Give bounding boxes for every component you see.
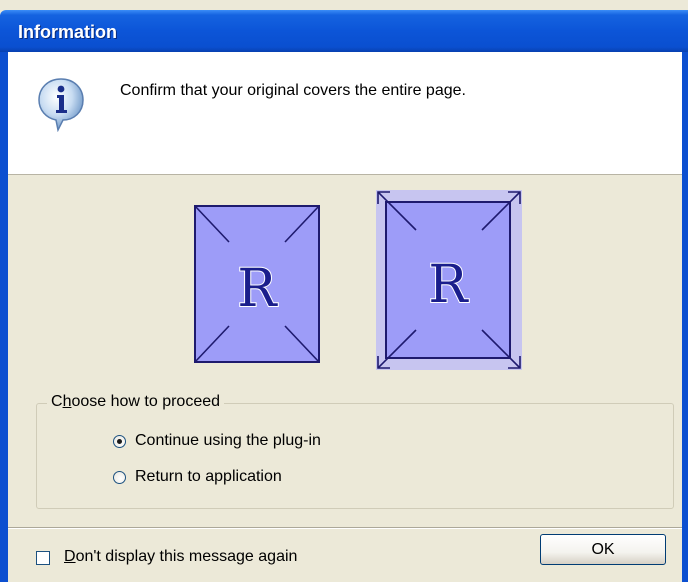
option-return-application[interactable]: Return to application xyxy=(113,468,282,486)
page-glyph-left: R xyxy=(237,259,278,319)
window-title: Information xyxy=(18,22,117,42)
dont-display-label[interactable]: Don't display this message again xyxy=(64,548,297,566)
radio-continue-plugin[interactable] xyxy=(113,434,126,448)
option-continue-plugin-label: Continue using the plug-in xyxy=(135,432,321,449)
window-left-border xyxy=(0,52,8,582)
option-continue-plugin[interactable]: Continue using the plug-in xyxy=(113,432,321,450)
message-area: Confirm that your original covers the en… xyxy=(8,52,682,175)
title-bar[interactable]: Information xyxy=(0,10,688,52)
page-fit-illustration-left: R xyxy=(194,205,320,363)
dont-display-checkbox[interactable] xyxy=(36,551,50,565)
footer-separator xyxy=(8,527,682,529)
radio-return-application[interactable] xyxy=(113,470,126,484)
group-legend: Choose how to proceed xyxy=(47,393,225,411)
ok-button[interactable]: OK xyxy=(540,534,666,565)
page-fit-illustration-right: R xyxy=(376,190,522,370)
message-text: Confirm that your original covers the en… xyxy=(120,82,466,99)
window-right-border xyxy=(682,52,688,582)
dialog-body: R R Choose how to proceed Continue using… xyxy=(8,175,682,582)
proceed-options-group: Choose how to proceed Continue using the… xyxy=(36,393,674,509)
option-return-application-label: Return to application xyxy=(135,468,282,485)
information-icon xyxy=(38,78,84,132)
page-glyph-right: R xyxy=(428,255,469,315)
